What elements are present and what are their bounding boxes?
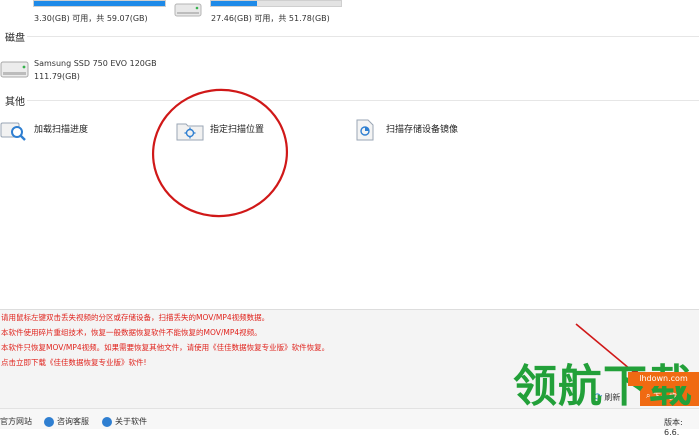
consult-service-link[interactable]: 咨询客服 (44, 416, 89, 427)
drive-usage-bar (210, 0, 342, 7)
drive-icon[interactable] (173, 0, 203, 22)
annotation-ellipse (151, 88, 289, 218)
drive-usage-fill (34, 1, 165, 6)
drive-usage-bar (33, 0, 166, 7)
message-line: 本软件使用碎片重组技术，恢复一般数据恢复软件不能恢复的MOV/MP4视频。 (1, 328, 262, 337)
official-site-link[interactable]: 官方网站 (0, 416, 32, 427)
disk-size: 111.79(GB) (34, 72, 80, 81)
magnifier-card-icon[interactable] (0, 120, 30, 142)
headset-icon (44, 416, 54, 427)
watermark-url: lhdown.com (628, 372, 699, 386)
section-divider (27, 36, 699, 37)
other-section-title: 其他 (5, 97, 25, 108)
message-line: 请用鼠标左键双击丢失视频的分区或存储设备，扫描丢失的MOV/MP4视频数据。 (1, 313, 270, 322)
version-label: 版本: 6.6. (664, 418, 683, 437)
drive-size-text: 3.30(GB) 可用，共 59.07(GB) (34, 14, 148, 23)
disk-section-title: 磁盘 (5, 33, 25, 44)
scan-device-image-item[interactable]: 扫描存储设备镜像 (386, 122, 458, 135)
about-software-link[interactable]: 关于软件 (102, 416, 147, 427)
disk-image-icon[interactable] (353, 118, 379, 142)
disk-name[interactable]: Samsung SSD 750 EVO 120GB (34, 59, 157, 68)
section-divider (27, 100, 699, 101)
message-line: 本软件只恢复MOV/MP4视频。如果需要恢复其他文件，请使用《佳佳数据恢复专业版… (1, 343, 330, 352)
user-icon (102, 416, 112, 427)
drive-size-text: 27.46(GB) 可用，共 51.78(GB) (211, 14, 330, 23)
drive-usage-fill (211, 1, 257, 6)
load-scan-progress-item[interactable]: 加载扫描进度 (34, 122, 88, 135)
drive-icon (0, 0, 30, 22)
ssd-disk-icon[interactable] (0, 57, 32, 81)
download-link[interactable]: 点击立即下载《佳佳数据恢复专业版》软件! (1, 357, 147, 368)
